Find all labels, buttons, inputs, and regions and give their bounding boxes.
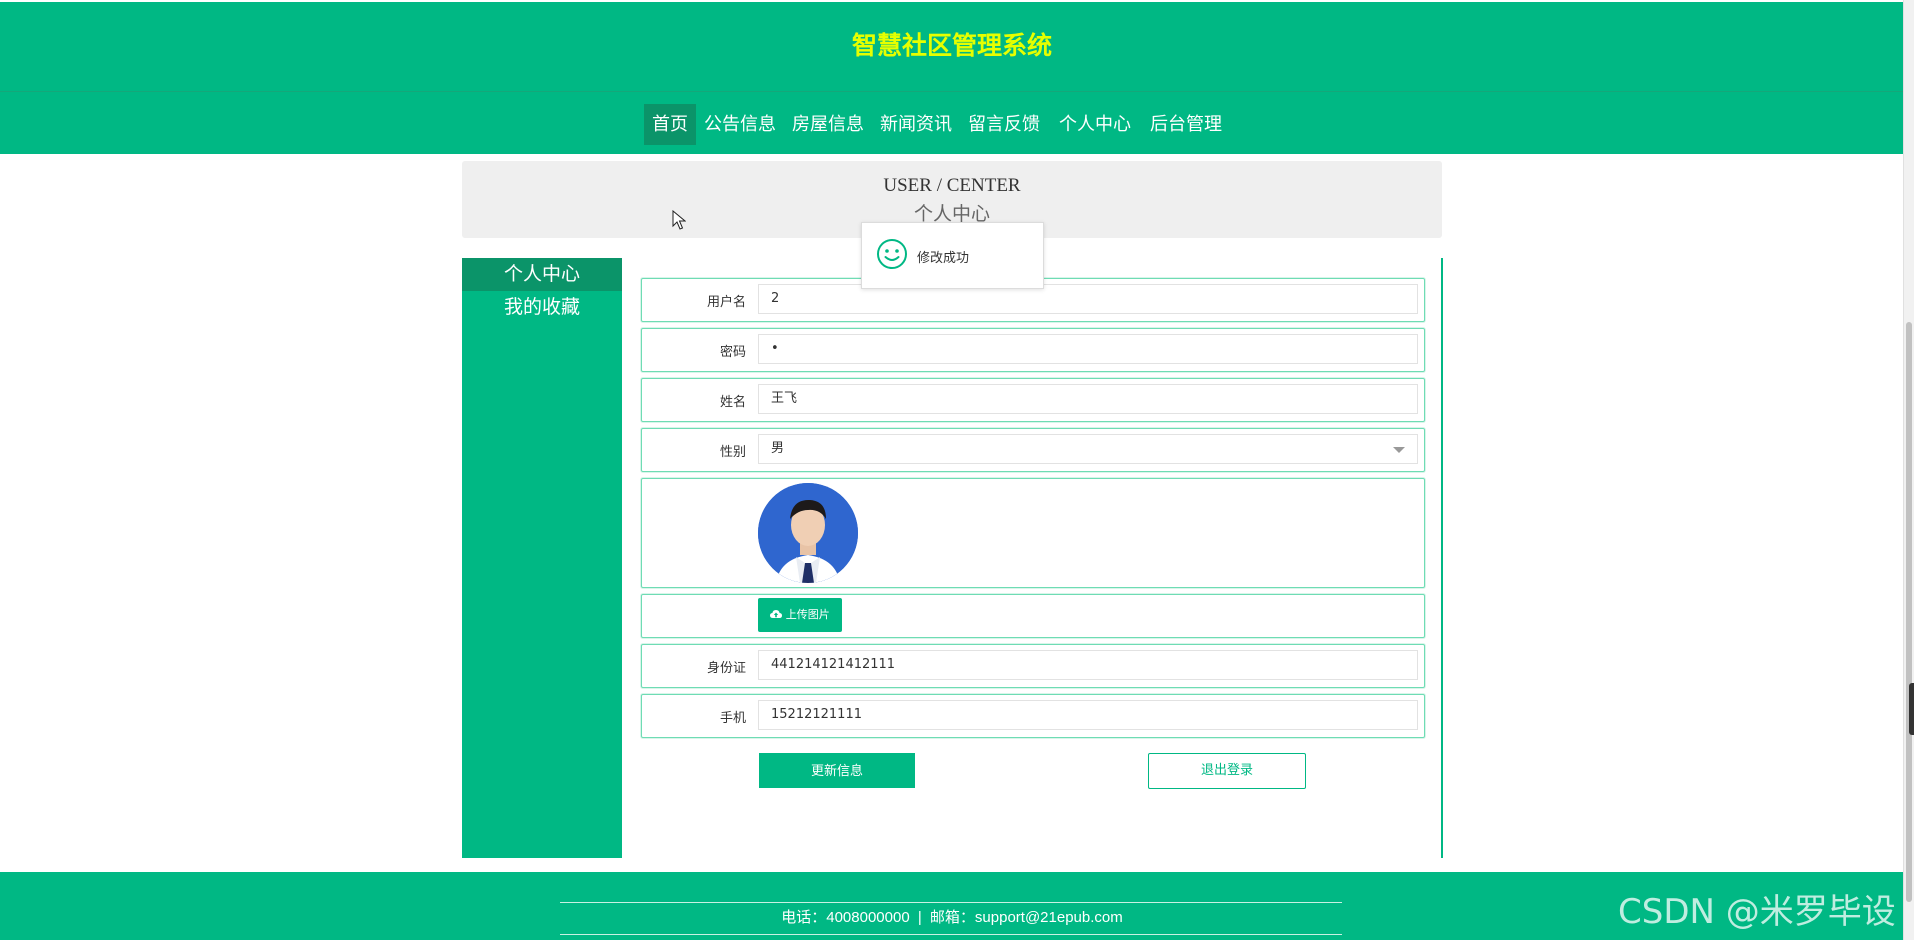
site-title: 智慧社区管理系统	[851, 31, 1052, 60]
side-grip	[1909, 683, 1914, 735]
mouse-pointer-icon	[672, 210, 686, 230]
sidebar: 个人中心 我的收藏	[462, 258, 622, 858]
page: 智慧社区管理系统 首页 公告信息 房屋信息 新闻资讯 留言反馈 个人中心 后台管…	[0, 0, 1904, 940]
smile-icon	[877, 239, 907, 269]
header: 智慧社区管理系统 首页 公告信息 房屋信息 新闻资讯 留言反馈 个人中心 后台管…	[0, 2, 1904, 154]
password-label: 密码	[719, 345, 746, 360]
name-input[interactable]: 王飞	[758, 384, 1418, 414]
gender-label: 性别	[719, 445, 746, 460]
nav-profile[interactable]: 个人中心	[1048, 104, 1142, 145]
success-toast: 修改成功	[861, 222, 1044, 289]
phone-input[interactable]: 15212121111	[758, 700, 1418, 730]
gender-select[interactable]: 男	[758, 434, 1418, 464]
nav-housing[interactable]: 房屋信息	[784, 104, 872, 145]
id-card-input[interactable]: 441214121412111	[758, 650, 1418, 680]
username-label: 用户名	[706, 295, 746, 310]
password-row: 密码 •	[641, 328, 1425, 372]
upload-row: 上传图片	[641, 594, 1425, 638]
logout-button[interactable]: 退出登录	[1148, 753, 1306, 789]
password-input[interactable]: •	[758, 334, 1418, 364]
upload-image-label: 上传图片	[785, 608, 830, 621]
nav-feedback[interactable]: 留言反馈	[960, 104, 1048, 145]
cloud-upload-icon	[770, 610, 783, 618]
username-input[interactable]: 2	[758, 284, 1418, 314]
name-row: 姓名 王飞	[641, 378, 1425, 422]
name-label: 姓名	[719, 395, 746, 410]
id-card-label: 身份证	[706, 661, 746, 676]
avatar-row	[641, 478, 1425, 588]
gender-row: 性别 男	[641, 428, 1425, 472]
phone-row: 手机 15212121111	[641, 694, 1425, 738]
upload-image-button[interactable]: 上传图片	[758, 598, 842, 632]
footer-line-top	[560, 902, 1342, 903]
update-info-button[interactable]: 更新信息	[759, 753, 915, 788]
sidebar-item-favorites[interactable]: 我的收藏	[462, 291, 622, 324]
avatar	[758, 483, 858, 583]
gender-value: 男	[771, 441, 785, 456]
sidebar-item-profile[interactable]: 个人中心	[462, 258, 622, 291]
page-scrollbar[interactable]	[1903, 0, 1914, 940]
chevron-down-icon	[1393, 447, 1405, 453]
footer-phone: 电话：4008000000	[781, 909, 910, 926]
main-nav: 首页 公告信息 房屋信息 新闻资讯 留言反馈 个人中心 后台管理	[644, 104, 1230, 145]
nav-admin[interactable]: 后台管理	[1142, 104, 1230, 145]
footer-email: 邮箱：support@21epub.com	[929, 909, 1123, 926]
nav-notices[interactable]: 公告信息	[696, 104, 784, 145]
header-divider	[0, 91, 1904, 92]
phone-label: 手机	[719, 711, 746, 726]
footer-separator: |	[917, 909, 922, 926]
nav-home[interactable]: 首页	[644, 104, 696, 145]
nav-news[interactable]: 新闻资讯	[872, 104, 960, 145]
banner-title-en: USER / CENTER	[883, 175, 1021, 196]
watermark: CSDN @米罗毕设	[1618, 892, 1896, 932]
scrollbar-thumb[interactable]	[1906, 322, 1912, 902]
footer-line-bottom	[560, 934, 1342, 935]
content-border	[1441, 258, 1443, 858]
toast-message: 修改成功	[917, 251, 970, 266]
id-card-row: 身份证 441214121412111	[641, 644, 1425, 688]
